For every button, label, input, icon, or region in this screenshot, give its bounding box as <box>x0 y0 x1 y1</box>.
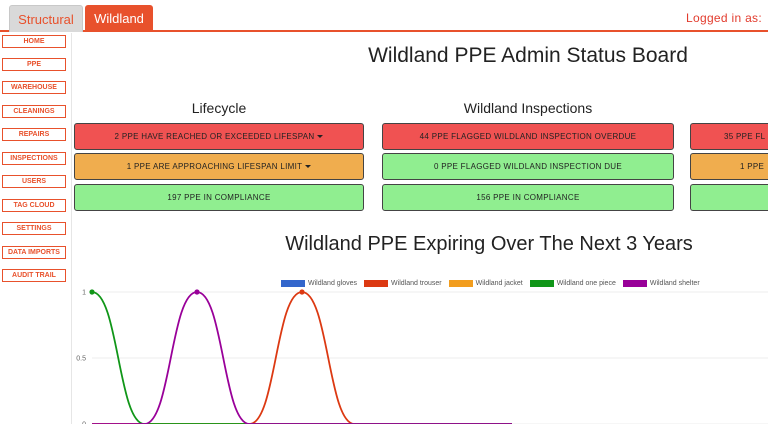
y-tick-label: 0.5 <box>76 356 86 363</box>
data-point[interactable] <box>89 289 95 295</box>
y-axis-ticks: 10.50 <box>76 290 86 424</box>
data-point[interactable] <box>299 289 305 295</box>
chart-series <box>89 289 512 424</box>
expiring-line-chart: 10.50 <box>76 289 768 424</box>
data-point[interactable] <box>194 289 200 295</box>
y-tick-label: 1 <box>82 290 86 297</box>
chart-grid <box>92 291 768 424</box>
